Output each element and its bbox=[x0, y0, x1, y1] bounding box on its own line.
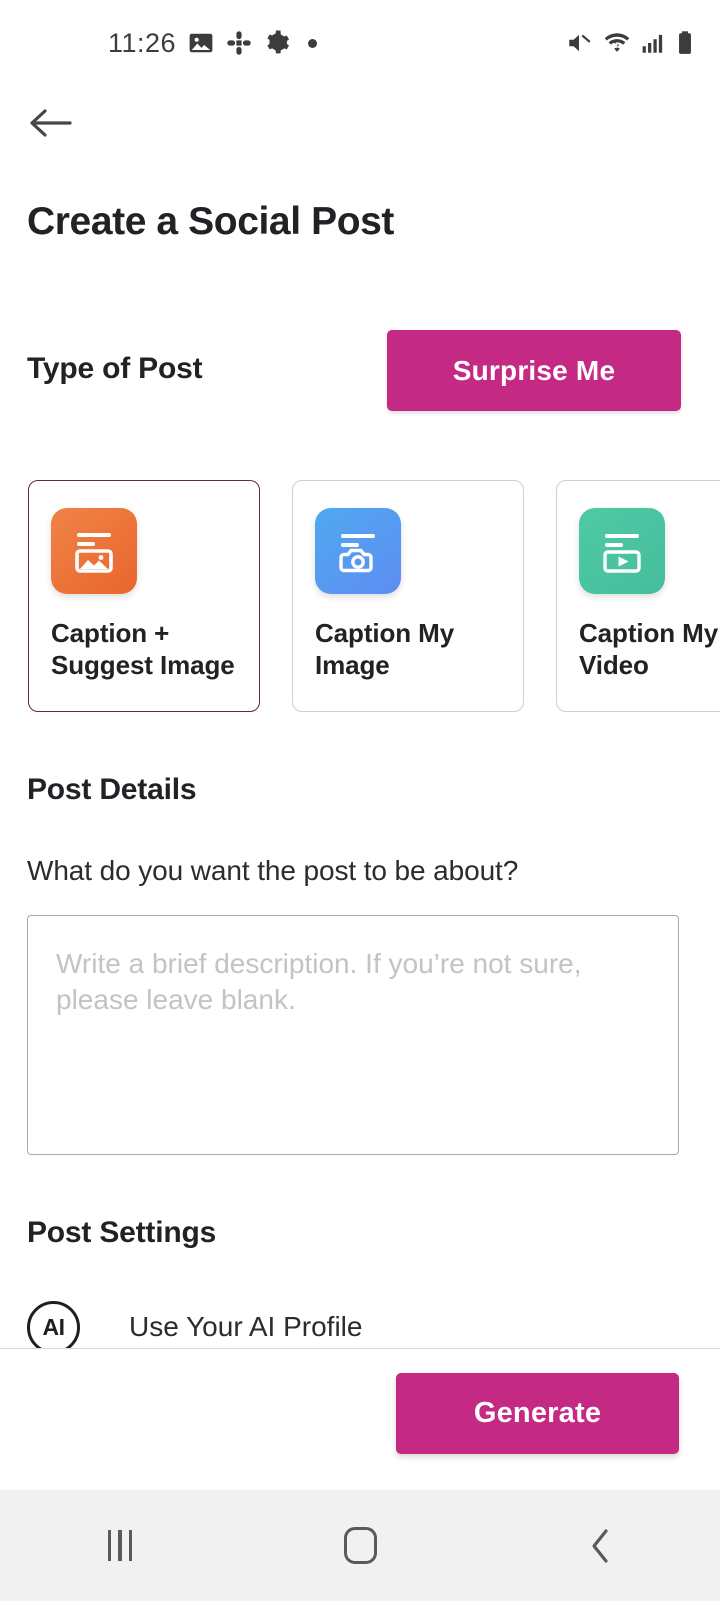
recents-button[interactable] bbox=[0, 1490, 240, 1601]
mute-icon bbox=[569, 34, 591, 52]
wifi-icon bbox=[604, 33, 630, 52]
status-bar-right bbox=[565, 30, 694, 56]
dot-icon bbox=[308, 38, 318, 48]
camera-document-icon bbox=[315, 508, 401, 594]
post-type-card-list: Caption + Suggest Image Caption My Image bbox=[0, 480, 720, 715]
type-of-post-label: Type of Post bbox=[27, 352, 203, 385]
post-type-card-label: Caption My Image bbox=[315, 618, 455, 680]
post-details-title: Post Details bbox=[27, 773, 197, 806]
recents-icon bbox=[107, 1530, 133, 1561]
generate-button[interactable]: Generate bbox=[396, 1373, 679, 1454]
back-icon bbox=[592, 1528, 608, 1563]
back-arrow-icon[interactable] bbox=[26, 100, 74, 146]
footer-bar: Generate bbox=[0, 1349, 720, 1490]
gear-icon bbox=[267, 30, 290, 54]
image-document-icon bbox=[51, 508, 137, 594]
use-ai-profile-label: Use Your AI Profile bbox=[129, 1311, 363, 1342]
page-title: Create a Social Post bbox=[27, 200, 394, 243]
home-icon bbox=[343, 1527, 377, 1564]
video-document-icon bbox=[579, 508, 665, 594]
post-type-card-label: Caption My Video bbox=[579, 618, 719, 680]
status-time: 11:26 bbox=[108, 27, 177, 58]
surprise-me-button[interactable]: Surprise Me bbox=[387, 330, 681, 411]
post-settings-title: Post Settings bbox=[27, 1216, 217, 1249]
type-of-post-row: Type of Post Surprise Me bbox=[0, 330, 720, 418]
home-button[interactable] bbox=[240, 1490, 480, 1601]
battery-icon bbox=[679, 31, 691, 54]
image-icon bbox=[189, 33, 213, 53]
post-type-card-caption-my-image[interactable]: Caption My Image bbox=[292, 480, 524, 712]
status-bar: 11:26 bbox=[0, 0, 720, 86]
system-navigation-bar bbox=[0, 1490, 720, 1601]
slack-icon bbox=[227, 31, 251, 55]
post-type-card-label: Caption + Suggest Image bbox=[51, 618, 235, 680]
app-screen: 11:26 Create a Social Post Type of Post … bbox=[0, 0, 720, 1601]
ai-badge-icon: AI bbox=[27, 1300, 80, 1354]
cellular-signal-icon bbox=[642, 34, 663, 53]
post-type-card-caption-my-video[interactable]: Caption My Video bbox=[556, 480, 720, 712]
back-button[interactable] bbox=[480, 1490, 720, 1601]
top-bar bbox=[0, 86, 720, 160]
post-type-card-caption-suggest-image[interactable]: Caption + Suggest Image bbox=[28, 480, 260, 712]
post-description-input[interactable] bbox=[27, 915, 679, 1155]
status-bar-left: 11:26 bbox=[108, 27, 318, 59]
post-description-question: What do you want the post to be about? bbox=[27, 855, 519, 886]
